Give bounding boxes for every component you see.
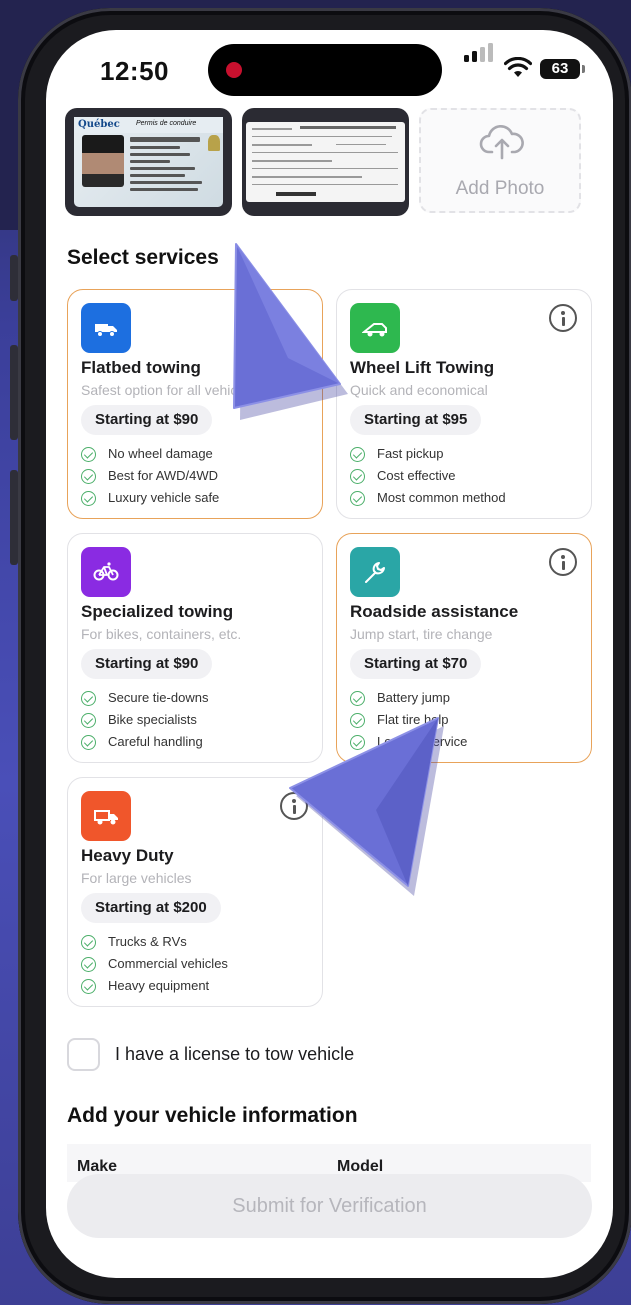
service-subtitle: Jump start, tire change xyxy=(350,626,493,642)
phone-volume-up xyxy=(10,345,18,440)
service-title: Roadside assistance xyxy=(350,602,519,621)
select-services-title: Select services xyxy=(67,246,219,269)
license-header-text: Québec xyxy=(78,119,120,130)
check-circle-icon xyxy=(350,691,365,706)
registration-document-image xyxy=(246,122,405,202)
feature-item: Secure tie-downs xyxy=(81,687,208,709)
service-features: Secure tie-downs Bike specialists Carefu… xyxy=(81,687,208,753)
service-title: Flatbed towing xyxy=(81,358,201,377)
feature-item: No wheel damage xyxy=(81,443,219,465)
wifi-icon xyxy=(504,57,532,77)
app-screen: 12:50 63 Québec Permis de conduire Add P… xyxy=(46,30,613,1278)
feature-item: Trucks & RVs xyxy=(81,931,228,953)
photo-strip: Québec Permis de conduire Add Photo xyxy=(65,108,585,216)
license-title-text: Permis de conduire xyxy=(136,120,197,127)
feature-item: Best for AWD/4WD xyxy=(81,465,219,487)
check-circle-icon xyxy=(81,713,96,728)
tow-truck-icon xyxy=(362,323,387,337)
check-circle-icon xyxy=(350,447,365,462)
license-card-image: Québec Permis de conduire xyxy=(74,117,223,207)
service-subtitle: For large vehicles xyxy=(81,870,192,886)
service-price-badge: Starting at $200 xyxy=(81,893,221,923)
vehicle-info-title: Add your vehicle information xyxy=(67,1104,358,1127)
tow-license-checkbox-row[interactable]: I have a license to tow vehicle xyxy=(67,1038,567,1072)
info-icon[interactable] xyxy=(549,304,577,332)
pointer-cursor-icon xyxy=(289,717,444,896)
check-circle-icon xyxy=(81,491,96,506)
status-bar: 12:50 63 xyxy=(46,30,613,106)
service-card-wheel-lift[interactable]: Wheel Lift Towing Quick and economical S… xyxy=(336,289,592,519)
submit-verification-button[interactable]: Submit for Verification xyxy=(67,1174,592,1238)
flatbed-icon-tile xyxy=(81,303,131,353)
battery-icon: 63 xyxy=(540,59,580,79)
feature-item: Commercial vehicles xyxy=(81,953,228,975)
flatbed-truck-icon xyxy=(95,324,117,337)
pointer-cursor-icon xyxy=(233,243,348,420)
service-features: Trucks & RVs Commercial vehicles Heavy e… xyxy=(81,931,228,997)
check-circle-icon xyxy=(81,469,96,484)
feature-item: Bike specialists xyxy=(81,709,208,731)
check-circle-icon xyxy=(81,447,96,462)
feature-item: Battery jump xyxy=(350,687,467,709)
feature-item: Most common method xyxy=(350,487,506,509)
license-portrait xyxy=(82,135,124,187)
cloud-upload-icon xyxy=(479,124,524,160)
heavy-duty-icon-tile xyxy=(81,791,131,841)
check-circle-icon xyxy=(81,957,96,972)
check-circle-icon xyxy=(350,469,365,484)
service-title: Heavy Duty xyxy=(81,846,174,865)
service-price-badge: Starting at $95 xyxy=(350,405,482,435)
specialized-icon-tile xyxy=(81,547,131,597)
wrench-icon xyxy=(365,562,385,583)
registration-photo-thumbnail[interactable] xyxy=(242,108,409,216)
service-price-badge: Starting at $90 xyxy=(81,649,213,679)
service-price-badge: Starting at $90 xyxy=(81,405,213,435)
service-title: Specialized towing xyxy=(81,602,234,621)
tow-license-checkbox[interactable] xyxy=(67,1038,100,1071)
feature-item: Luxury vehicle safe xyxy=(81,487,219,509)
phone-side-button xyxy=(10,255,18,301)
phone-volume-down xyxy=(10,470,18,565)
check-circle-icon xyxy=(81,979,96,994)
recording-indicator-icon xyxy=(226,62,242,78)
service-subtitle: Quick and economical xyxy=(350,382,488,398)
battery-tip xyxy=(582,65,585,73)
feature-item: Heavy equipment xyxy=(81,975,228,997)
fleur-de-lis-icon xyxy=(208,135,220,151)
feature-item: Fast pickup xyxy=(350,443,506,465)
service-features: Fast pickup Cost effective Most common m… xyxy=(350,443,506,509)
check-circle-icon xyxy=(81,735,96,750)
add-photo-button[interactable]: Add Photo xyxy=(419,108,581,213)
service-subtitle: For bikes, containers, etc. xyxy=(81,626,242,642)
feature-item: Careful handling xyxy=(81,731,208,753)
check-circle-icon xyxy=(81,691,96,706)
bike-icon xyxy=(93,562,119,581)
service-features: No wheel damage Best for AWD/4WD Luxury … xyxy=(81,443,219,509)
status-time: 12:50 xyxy=(100,56,169,86)
roadside-icon-tile xyxy=(350,547,400,597)
check-circle-icon xyxy=(350,491,365,506)
feature-item: Cost effective xyxy=(350,465,506,487)
add-photo-label: Add Photo xyxy=(455,178,545,199)
service-title: Wheel Lift Towing xyxy=(350,358,495,377)
license-text-lines xyxy=(130,137,212,195)
heavy-truck-icon xyxy=(94,810,118,825)
info-icon[interactable] xyxy=(549,548,577,576)
tow-license-label: I have a license to tow vehicle xyxy=(115,1044,355,1064)
check-circle-icon xyxy=(81,935,96,950)
dynamic-island xyxy=(208,44,442,96)
license-photo-thumbnail[interactable]: Québec Permis de conduire xyxy=(65,108,232,216)
service-price-badge: Starting at $70 xyxy=(350,649,482,679)
